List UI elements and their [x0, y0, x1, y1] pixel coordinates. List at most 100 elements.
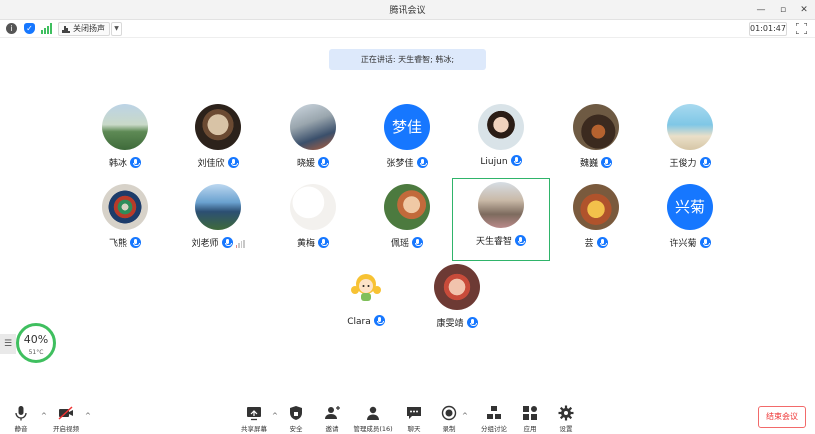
network-signal-icon[interactable] — [41, 23, 53, 34]
microphone-icon — [318, 157, 329, 168]
invite-label: 邀请 — [325, 425, 339, 433]
apps-label: 应用 — [523, 425, 537, 433]
participant-name: 黄梅 — [296, 239, 315, 249]
participant-name-row: 飞熊 — [77, 236, 173, 249]
participant-name: 飞熊 — [108, 239, 127, 249]
participant-tile[interactable]: 康雯靖 — [409, 264, 505, 342]
participant-tile[interactable]: 天生睿智 — [452, 178, 550, 261]
security-label: 安全 — [289, 425, 303, 433]
end-meeting-button[interactable]: 结束会议 — [758, 406, 806, 428]
share-screen-label: 共享屏幕 — [241, 425, 267, 433]
microphone-icon — [373, 315, 385, 326]
participant-avatar — [573, 184, 619, 230]
participant-tile[interactable]: 王俊力 — [642, 104, 738, 182]
speaker-toggle[interactable]: 关闭扬声 — [58, 22, 110, 36]
microphone-icon — [130, 157, 141, 168]
chat-button[interactable]: 聊天 — [402, 405, 426, 433]
participant-avatar — [290, 184, 336, 230]
participant-name-row: 刘佳欣 — [170, 156, 266, 169]
participant-avatar — [102, 184, 148, 230]
apps-button[interactable]: 应用 — [518, 405, 542, 433]
participant-name: 王俊力 — [669, 159, 697, 169]
participant-avatar — [290, 104, 336, 150]
microphone-icon — [601, 157, 612, 168]
invite-button[interactable]: 邀请 — [320, 405, 344, 433]
participant-name-row: Liujun — [453, 155, 549, 167]
mute-button[interactable]: 静音 — [8, 405, 34, 433]
camera-off-icon — [58, 406, 73, 420]
chevron-down-icon[interactable]: ▼ — [111, 22, 122, 36]
meeting-timer: 01:01:47 — [749, 22, 787, 36]
speaker-bars-icon — [62, 26, 70, 33]
breakout-label: 分组讨论 — [481, 425, 507, 433]
participant-avatar — [195, 104, 241, 150]
participant-tile[interactable]: 芸 — [548, 184, 644, 262]
participant-tile[interactable]: 梦佳 张梦佳 — [359, 104, 455, 182]
participant-tile[interactable]: 兴菊 许兴菊 — [642, 184, 738, 262]
manage-members-button[interactable]: 管理成员(16) — [350, 405, 396, 433]
participant-name-row: 天生睿智 — [453, 234, 549, 247]
breakout-button[interactable]: 分组讨论 — [478, 405, 510, 433]
meeting-window: 腾讯会议 — ▫ ✕ i ✓ 关闭扬声 ▼ 01:01:47 正在讲话: 天生睿… — [0, 0, 815, 434]
record-button[interactable]: 录制 — [437, 405, 461, 433]
microphone-icon — [227, 157, 239, 168]
participant-tile[interactable]: Clara — [318, 264, 414, 342]
participant-name: 芸 — [584, 239, 594, 249]
cpu-temp: 51°C — [28, 349, 44, 356]
cpu-monitor[interactable]: 40% 51°C — [16, 323, 56, 363]
video-label: 开启视频 — [53, 425, 79, 433]
participant-tile[interactable]: 晓媛 — [265, 104, 361, 182]
participant-tile[interactable]: Liujun — [453, 104, 549, 182]
participant-name: 晓媛 — [296, 159, 315, 169]
participant-avatar: 梦佳 — [384, 104, 430, 150]
manage-members-label: 管理成员(16) — [353, 425, 393, 433]
invite-user-icon — [325, 406, 340, 419]
participant-name-row: 黄梅 — [265, 236, 361, 249]
participant-name: 许兴菊 — [669, 239, 697, 249]
share-options-icon[interactable]: ^ — [272, 412, 278, 420]
shield-icon[interactable]: ✓ — [24, 23, 35, 34]
share-screen-button[interactable]: 共享屏幕 — [238, 405, 270, 433]
apps-grid-icon — [523, 406, 537, 420]
participant-tile[interactable]: 魏巍 — [548, 104, 644, 182]
participant-name: 韩冰 — [108, 159, 127, 169]
cartoon-girl-icon — [351, 274, 381, 301]
security-button[interactable]: 安全 — [284, 405, 308, 433]
video-options-icon[interactable]: ^ — [85, 412, 91, 420]
participant-name: 天生睿智 — [475, 237, 512, 247]
settings-button[interactable]: 设置 — [554, 405, 578, 433]
record-label: 录制 — [442, 425, 456, 433]
participant-name-row: 康雯靖 — [409, 316, 505, 329]
participant-avatar — [478, 104, 524, 150]
participant-name-row: 刘老师 — [170, 236, 266, 249]
microphone-icon — [515, 235, 526, 246]
participant-tile[interactable]: 刘佳欣 — [170, 104, 266, 182]
mute-label: 静音 — [14, 425, 28, 433]
title-bar: 腾讯会议 — ▫ ✕ — [0, 0, 815, 20]
fullscreen-icon[interactable] — [796, 23, 807, 34]
side-panel-handle[interactable]: ☰ — [0, 334, 16, 354]
security-shield-icon — [290, 406, 302, 420]
microphone-icon — [699, 237, 711, 248]
record-options-icon[interactable]: ^ — [462, 412, 468, 420]
maximize-icon[interactable]: ▫ — [776, 3, 790, 17]
participant-avatar — [478, 182, 524, 228]
microphone-icon — [412, 237, 423, 248]
mute-options-icon[interactable]: ^ — [41, 412, 47, 420]
participant-avatar — [195, 184, 241, 230]
participant-tile[interactable]: 韩冰 — [77, 104, 173, 182]
participant-tile[interactable]: 佩瑶 — [359, 184, 455, 262]
participant-tile[interactable]: 刘老师 — [170, 184, 266, 262]
info-icon[interactable]: i — [6, 23, 17, 34]
participant-tile[interactable]: 黄梅 — [265, 184, 361, 262]
participant-name-row: 魏巍 — [548, 156, 644, 169]
share-screen-icon — [247, 407, 261, 421]
video-button[interactable]: 开启视频 — [50, 405, 82, 433]
participant-name: 魏巍 — [579, 159, 598, 169]
microphone-icon — [15, 406, 27, 421]
minimize-icon[interactable]: — — [754, 3, 768, 17]
close-icon[interactable]: ✕ — [797, 3, 811, 17]
chat-icon — [407, 407, 421, 419]
participant-tile[interactable]: 飞熊 — [77, 184, 173, 262]
participant-name: 佩瑶 — [390, 239, 409, 249]
